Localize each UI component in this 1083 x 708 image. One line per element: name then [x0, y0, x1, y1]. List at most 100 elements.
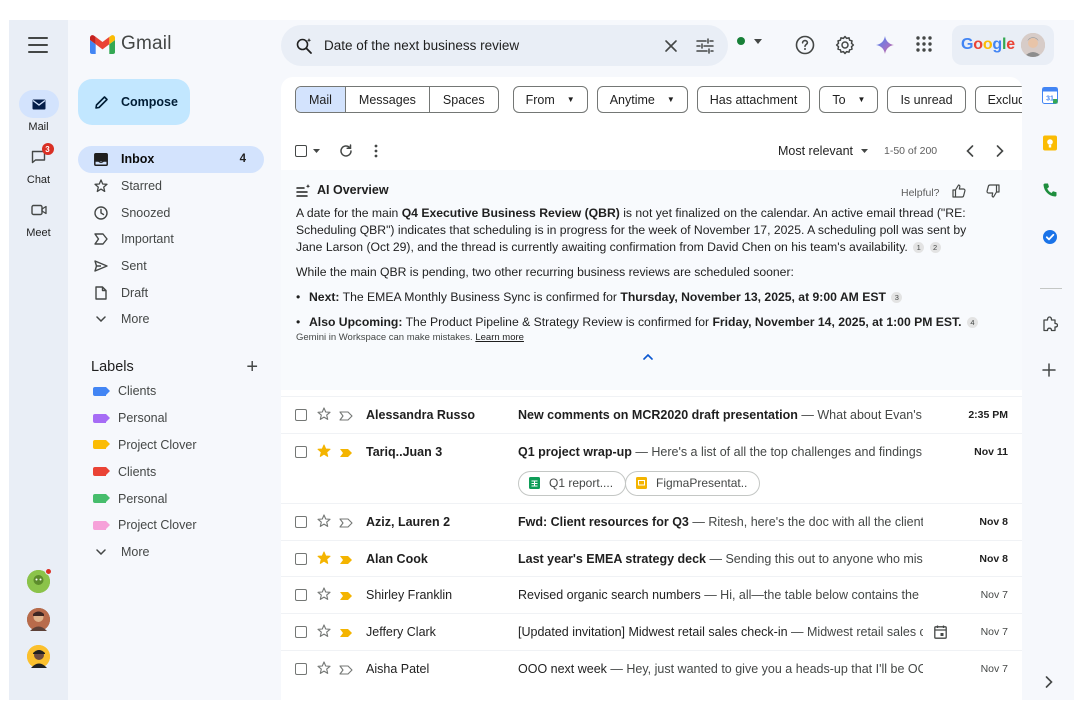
email-row[interactable]: Tariq..Juan 3 Q1 project wrap-up — Here's…	[281, 432, 1022, 503]
collapse-chevron-icon[interactable]	[643, 354, 653, 360]
label-item-clients-2[interactable]: Clients	[78, 458, 264, 485]
contact-avatar-3[interactable]	[27, 645, 50, 668]
contact-avatar-2[interactable]	[27, 608, 50, 631]
attachment-chip[interactable]: Q1 report....	[518, 470, 627, 496]
star-icon[interactable]	[317, 624, 331, 641]
citation-chip[interactable]: 2	[929, 242, 941, 254]
row-checkbox[interactable]	[295, 445, 307, 458]
rail-chat[interactable]: 3 Chat	[9, 143, 68, 186]
search-sparkle-icon[interactable]	[295, 37, 313, 55]
add-ons-puzzle-icon[interactable]	[1042, 316, 1058, 332]
search-bar[interactable]: Date of the next business review	[281, 25, 728, 66]
search-options-icon[interactable]	[696, 37, 714, 54]
nav-draft[interactable]: Draft	[78, 279, 264, 306]
gmail-logo[interactable]: Gmail	[90, 33, 172, 55]
filter-is-unread[interactable]: Is unread	[887, 86, 966, 113]
citation-chip[interactable]: 1	[913, 242, 925, 254]
contact-avatar-1[interactable]	[27, 568, 52, 593]
thumbs-down-icon[interactable]	[986, 184, 1000, 198]
chat-unread-badge: 3	[41, 143, 54, 155]
star-icon[interactable]	[317, 587, 331, 604]
status-selector[interactable]	[737, 37, 762, 45]
keep-app-icon[interactable]	[1042, 135, 1058, 151]
email-row[interactable]: Alan Cook Last year's EMEA strategy deck …	[281, 539, 1022, 577]
main-menu-icon[interactable]	[28, 37, 48, 53]
learn-more-link[interactable]: Learn more	[475, 332, 524, 343]
filter-messages[interactable]: Messages	[346, 87, 430, 112]
row-checkbox[interactable]	[295, 552, 307, 565]
account-switcher[interactable]: Google	[952, 25, 1054, 65]
chevron-left-icon[interactable]	[966, 145, 974, 157]
chevron-right-icon[interactable]	[996, 145, 1004, 157]
gemini-sparkle-icon[interactable]	[875, 35, 895, 55]
star-icon[interactable]	[317, 514, 331, 531]
filter-from[interactable]: From ▼	[512, 86, 588, 113]
more-vert-icon[interactable]	[374, 144, 378, 158]
nav-important[interactable]: Important	[78, 226, 264, 253]
filter-has-attachment[interactable]: Has attachment	[696, 86, 811, 113]
attachment-chip[interactable]: FigmaPresentat..	[625, 470, 761, 496]
email-row[interactable]: Jeffery Clark [Updated invitation] Midwes…	[281, 613, 1022, 650]
row-checkbox[interactable]	[295, 515, 307, 528]
labels-more[interactable]: More	[78, 539, 264, 566]
not-important-icon[interactable]	[339, 409, 353, 424]
nav-sent[interactable]: Sent	[78, 253, 264, 280]
not-important-icon[interactable]	[339, 663, 353, 678]
main-content: Mail Messages Spaces From ▼ Anytime ▼ Has …	[281, 77, 1022, 700]
refresh-icon[interactable]	[339, 144, 353, 158]
nav-inbox[interactable]: Inbox 4	[78, 146, 264, 173]
email-row[interactable]: Shirley Franklin Revised organic search n…	[281, 576, 1022, 614]
compose-button[interactable]: Compose	[78, 79, 190, 125]
nav-snoozed[interactable]: Snoozed	[78, 199, 264, 226]
label-item-project-clover-2[interactable]: Project Clover	[78, 512, 264, 539]
citation-chip[interactable]: 4	[966, 317, 978, 329]
row-checkbox[interactable]	[295, 662, 307, 675]
tasks-app-icon[interactable]	[1042, 229, 1058, 245]
label-item-project-clover[interactable]: Project Clover	[78, 432, 264, 459]
rail-mail[interactable]: Mail	[9, 90, 68, 133]
starred-icon[interactable]	[317, 551, 331, 568]
starred-icon[interactable]	[317, 444, 331, 461]
settings-gear-icon[interactable]	[835, 35, 855, 55]
voice-call-app-icon[interactable]	[1042, 182, 1058, 198]
rail-meet[interactable]: Meet	[9, 196, 68, 239]
filter-exclude-calendar[interactable]: Exclude cal	[974, 86, 1022, 113]
label-item-personal-2[interactable]: Personal	[78, 485, 264, 512]
nav-starred[interactable]: Starred	[78, 173, 264, 200]
filter-spaces[interactable]: Spaces	[430, 87, 498, 112]
citation-chip[interactable]: 3	[891, 292, 903, 304]
row-checkbox[interactable]	[295, 409, 307, 421]
email-row[interactable]: Aziz, Lauren 2 Fwd: Client resources for …	[281, 502, 1022, 540]
calendar-event-icon[interactable]	[934, 625, 947, 642]
label-item-personal[interactable]: Personal	[78, 405, 264, 432]
help-icon[interactable]	[795, 35, 815, 55]
add-panel-icon[interactable]	[1042, 363, 1056, 377]
thumbs-up-icon[interactable]	[952, 184, 966, 198]
sort-dropdown[interactable]: Most relevant	[778, 144, 869, 158]
filter-to[interactable]: To ▼	[819, 86, 879, 113]
important-marker-icon[interactable]	[339, 589, 353, 604]
apps-grid-icon[interactable]	[915, 35, 933, 53]
important-marker-icon[interactable]	[339, 446, 353, 461]
row-checkbox[interactable]	[295, 589, 307, 602]
add-label-icon[interactable]: +	[246, 357, 258, 377]
select-all-checkbox[interactable]	[295, 145, 320, 157]
ai-bullet-next: Next: The EMEA Monthly Business Sync is …	[296, 289, 986, 306]
star-icon[interactable]	[317, 407, 331, 424]
important-marker-icon[interactable]	[339, 626, 353, 641]
search-input[interactable]: Date of the next business review	[324, 38, 664, 53]
not-important-icon[interactable]	[339, 516, 353, 531]
filter-mail[interactable]: Mail	[296, 87, 346, 112]
video-icon	[19, 196, 59, 224]
nav-more[interactable]: More	[78, 306, 264, 333]
expand-panel-chevron-icon[interactable]	[1045, 676, 1053, 688]
important-marker-icon[interactable]	[339, 553, 353, 568]
email-row[interactable]: Alessandra Russo New comments on MCR2020 …	[281, 396, 1022, 433]
row-checkbox[interactable]	[295, 626, 307, 639]
label-item-clients[interactable]: Clients	[78, 378, 264, 405]
filter-anytime[interactable]: Anytime ▼	[596, 86, 688, 113]
star-icon[interactable]	[317, 661, 331, 678]
email-row[interactable]: Aisha Patel OOO next week — Hey, just wan…	[281, 649, 1022, 687]
calendar-app-icon[interactable]: 31	[1042, 87, 1058, 104]
clear-search-icon[interactable]	[664, 39, 678, 53]
